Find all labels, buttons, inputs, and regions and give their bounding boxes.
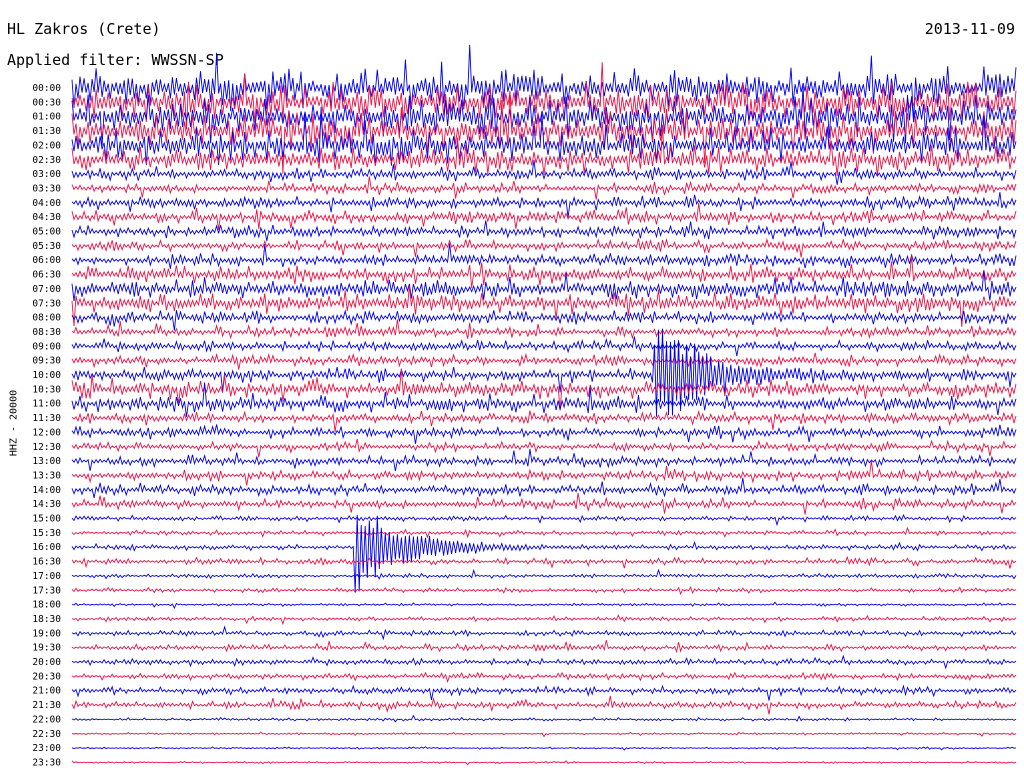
row-time-label: 13:00 xyxy=(32,456,61,467)
row-time-label: 15:00 xyxy=(32,514,61,525)
row-time-label: 07:00 xyxy=(32,284,61,295)
row-time-label: 19:00 xyxy=(32,628,61,639)
trace-row xyxy=(71,526,1017,539)
trace-row xyxy=(71,382,1017,417)
trace-row xyxy=(71,601,1017,610)
row-time-label: 02:00 xyxy=(32,140,61,151)
trace-row xyxy=(71,585,1017,596)
trace-row xyxy=(71,192,1017,218)
row-time-label: 10:00 xyxy=(32,370,61,381)
trace-row xyxy=(71,243,1017,269)
row-time-label: 12:30 xyxy=(32,442,61,453)
trace-row xyxy=(71,514,1017,527)
row-time-label: 22:00 xyxy=(32,714,61,725)
row-time-label: 23:30 xyxy=(32,757,61,768)
row-time-label: 20:00 xyxy=(32,657,61,668)
row-time-label: 21:00 xyxy=(32,686,61,697)
row-time-label: 11:30 xyxy=(32,413,61,424)
row-time-label: 11:00 xyxy=(32,399,61,410)
trace-row xyxy=(71,640,1017,654)
trace-row xyxy=(71,309,1017,331)
row-time-label: 08:00 xyxy=(32,313,61,324)
row-time-label: 01:00 xyxy=(32,112,61,123)
helicorder-plot: 00:00 00:30 01:00 01:30 02:00 02:30 03:00 03:30… xyxy=(32,44,1017,768)
row-time-label: 17:00 xyxy=(32,571,61,582)
trace-row xyxy=(71,654,1017,670)
trace-row xyxy=(71,625,1017,641)
row-time-label: 16:30 xyxy=(32,557,61,568)
trace-row xyxy=(71,555,1017,569)
trace-row xyxy=(71,731,1017,738)
row-time-label: 09:00 xyxy=(32,341,61,352)
trace-row xyxy=(71,220,1017,242)
trace-row xyxy=(71,568,1017,580)
row-time-label: 14:30 xyxy=(32,499,61,510)
row-time-label: 17:30 xyxy=(32,585,61,596)
row-time-label: 00:00 xyxy=(32,83,61,94)
row-time-label: 04:00 xyxy=(32,198,61,209)
trace-row xyxy=(71,714,1017,723)
row-time-label: 08:30 xyxy=(32,327,61,338)
trace-row xyxy=(71,319,1017,340)
row-time-label: 05:00 xyxy=(32,227,61,238)
row-time-label: 20:30 xyxy=(32,671,61,682)
row-time-label: 07:30 xyxy=(32,298,61,309)
row-time-label: 18:30 xyxy=(32,614,61,625)
row-time-label: 13:30 xyxy=(32,470,61,481)
trace-row xyxy=(71,438,1017,458)
row-time-label: 05:30 xyxy=(32,241,61,252)
row-time-label: 23:00 xyxy=(32,743,61,754)
row-time-label: 03:30 xyxy=(32,183,61,194)
trace-row xyxy=(71,671,1017,684)
row-time-label: 16:00 xyxy=(32,542,61,553)
row-time-label: 22:30 xyxy=(32,729,61,740)
trace-row xyxy=(71,448,1017,471)
traces xyxy=(71,44,1017,766)
trace-row xyxy=(71,746,1017,751)
row-time-label: 06:00 xyxy=(32,255,61,266)
trace-row xyxy=(71,424,1017,444)
row-time-label: 15:30 xyxy=(32,528,61,539)
trace-row xyxy=(71,614,1017,626)
trace-row xyxy=(71,492,1017,515)
row-time-label: 18:00 xyxy=(32,600,61,611)
row-time-label: 10:30 xyxy=(32,384,61,395)
row-time-label: 14:00 xyxy=(32,485,61,496)
row-time-label: 21:30 xyxy=(32,700,61,711)
row-time-label: 06:30 xyxy=(32,270,61,281)
trace-row xyxy=(71,237,1017,258)
row-time-label: 03:00 xyxy=(32,169,61,180)
trace-row xyxy=(71,336,1017,357)
row-time-label: 04:30 xyxy=(32,212,61,223)
row-time-label: 00:30 xyxy=(32,97,61,108)
row-time-label: 02:30 xyxy=(32,155,61,166)
trace-row xyxy=(71,514,1017,593)
row-time-label: 09:30 xyxy=(32,356,61,367)
time-labels: 00:00 00:30 01:00 01:30 02:00 02:30 03:00 03:30… xyxy=(32,83,61,768)
trace-row xyxy=(71,695,1017,715)
row-time-label: 19:30 xyxy=(32,643,61,654)
trace-row xyxy=(71,352,1017,370)
row-time-label: 12:00 xyxy=(32,427,61,438)
trace-row xyxy=(71,684,1017,701)
row-time-label: 01:30 xyxy=(32,126,61,137)
trace-row xyxy=(71,760,1017,766)
